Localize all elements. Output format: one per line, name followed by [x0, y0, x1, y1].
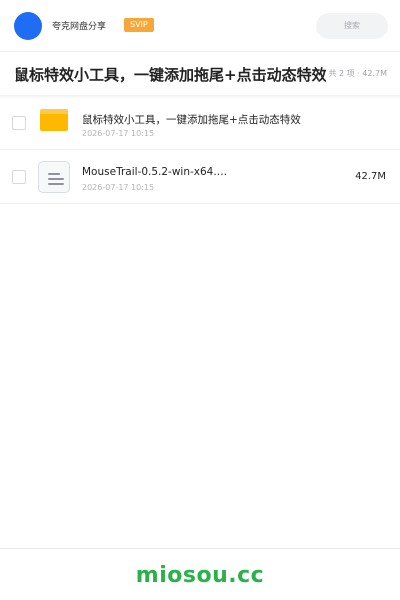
select-checkbox[interactable] — [12, 116, 26, 130]
search-input[interactable]: 搜索 — [316, 13, 388, 39]
brand-link[interactable]: miosou.cc — [0, 563, 400, 588]
svip-badge: SVIP — [124, 18, 154, 32]
file-size: 42.7M — [355, 171, 386, 182]
user-name: 夸克网盘分享 — [52, 22, 107, 32]
folder-icon — [40, 109, 68, 131]
top-bar: 夸克网盘分享 SVIP 搜索 — [0, 0, 400, 52]
page-title: 鼠标特效小工具，一键添加拖尾+点击动态特效 — [14, 66, 326, 84]
file-date: 2026-07-17 10:15 — [82, 183, 155, 192]
footer: miosou.cc — [0, 548, 400, 600]
file-date: 2026-07-17 10:15 — [82, 129, 155, 138]
share-header: 鼠标特效小工具，一键添加拖尾+点击动态特效 共 2 项 · 42.7M — [0, 53, 400, 95]
share-summary: 共 2 项 · 42.7M — [328, 69, 387, 78]
list-item[interactable]: MouseTrail-0.5.2-win-x64.… 2026-07-17 10… — [0, 150, 400, 204]
avatar[interactable] — [14, 12, 42, 40]
share-page: 夸克网盘分享 SVIP 搜索 鼠标特效小工具，一键添加拖尾+点击动态特效 共 2… — [0, 0, 400, 600]
file-name[interactable]: 鼠标特效小工具，一键添加拖尾+点击动态特效 — [82, 112, 332, 127]
file-name[interactable]: MouseTrail-0.5.2-win-x64.… — [82, 166, 332, 178]
document-icon — [38, 161, 70, 193]
select-checkbox[interactable] — [12, 170, 26, 184]
list-item[interactable]: 鼠标特效小工具，一键添加拖尾+点击动态特效 2026-07-17 10:15 — [0, 96, 400, 150]
